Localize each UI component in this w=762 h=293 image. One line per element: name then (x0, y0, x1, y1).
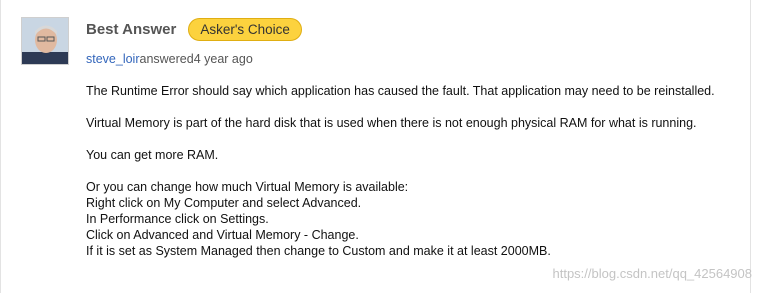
answer-paragraph: Virtual Memory is part of the hard disk … (86, 116, 697, 130)
instruction-line: If it is set as System Managed then chan… (86, 244, 551, 258)
answer-header: Best Answer Asker's Choice (86, 17, 302, 41)
answered-time: answered4 year ago (139, 52, 253, 66)
answer-card: Best Answer Asker's Choice steve_loirans… (0, 0, 751, 293)
instruction-line: Or you can change how much Virtual Memor… (86, 180, 409, 194)
avatar[interactable] (21, 17, 69, 65)
instructions-block: Or you can change how much Virtual Memor… (86, 179, 736, 259)
answer-paragraph: You can get more RAM. (86, 148, 219, 162)
instruction-line: Right click on My Computer and select Ad… (86, 196, 362, 210)
askers-choice-badge: Asker's Choice (188, 17, 302, 41)
answer-paragraph: The Runtime Error should say which appli… (86, 84, 715, 98)
answer-meta: steve_loiranswered4 year ago (86, 52, 253, 66)
instruction-line: Click on Advanced and Virtual Memory - C… (86, 228, 359, 242)
username-link[interactable]: steve_loir (86, 52, 140, 66)
answer-body: The Runtime Error should say which appli… (86, 83, 736, 259)
best-answer-heading: Best Answer (86, 20, 177, 38)
watermark: https://blog.csdn.net/qq_42564908 (552, 266, 753, 281)
instruction-line: In Performance click on Settings. (86, 212, 269, 226)
